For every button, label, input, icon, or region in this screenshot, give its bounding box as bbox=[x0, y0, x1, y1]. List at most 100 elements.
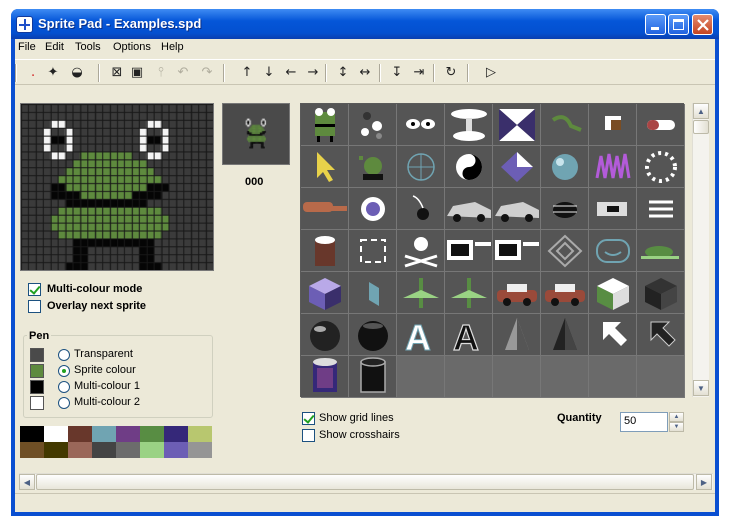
palette-swatch[interactable] bbox=[188, 426, 212, 442]
close-button[interactable] bbox=[692, 14, 713, 35]
sprite-cell-hourglass[interactable] bbox=[493, 104, 541, 146]
sprite-cell-ufo[interactable] bbox=[445, 104, 493, 146]
sprite-cell-ball[interactable] bbox=[301, 314, 349, 356]
pen-radio-3[interactable] bbox=[58, 397, 70, 409]
quantity-up-button[interactable]: ▲ bbox=[669, 412, 684, 422]
shift-right-icon[interactable]: → bbox=[303, 63, 323, 83]
sprite-cell-gem[interactable] bbox=[349, 188, 397, 230]
palette-swatch[interactable] bbox=[116, 426, 140, 442]
flip-vertical-icon[interactable]: ↕ bbox=[333, 63, 353, 83]
sprite-cell-hand[interactable] bbox=[301, 188, 349, 230]
sprite-cell-target[interactable] bbox=[541, 230, 589, 272]
select-icon[interactable]: ▣ bbox=[127, 63, 147, 83]
pen-radio-2[interactable] bbox=[58, 381, 70, 393]
rotate-icon[interactable]: ↻ bbox=[441, 63, 461, 83]
horizontal-scroll-thumb[interactable] bbox=[36, 474, 694, 490]
sprite-cell-skull[interactable] bbox=[397, 230, 445, 272]
menu-help[interactable]: Help bbox=[161, 41, 184, 53]
grid-lines-checkbox[interactable] bbox=[302, 412, 315, 425]
sprite-cell-spikes[interactable] bbox=[589, 146, 637, 188]
vertical-scrollbar[interactable]: ▲ ▼ bbox=[692, 103, 709, 397]
sprite-cell-empty[interactable] bbox=[637, 356, 685, 398]
title-bar[interactable]: Sprite Pad - Examples.spd bbox=[11, 9, 719, 39]
palette-swatch[interactable] bbox=[44, 442, 68, 458]
sprite-cell-capsule[interactable] bbox=[637, 104, 685, 146]
stretch-horizontal-icon[interactable]: ⇥ bbox=[409, 63, 429, 83]
sprite-cell-computer[interactable] bbox=[493, 230, 541, 272]
sprite-cell-car[interactable] bbox=[445, 188, 493, 230]
quantity-input[interactable]: 50 bbox=[620, 412, 668, 432]
sprite-cell-lines[interactable] bbox=[637, 188, 685, 230]
sprite-cell-cube-blue[interactable] bbox=[301, 272, 349, 314]
vertical-scroll-thumb[interactable] bbox=[693, 120, 709, 134]
multicolour-checkbox[interactable] bbox=[28, 283, 41, 296]
sprite-cell-cube-green[interactable] bbox=[589, 272, 637, 314]
overlay-checkbox[interactable] bbox=[28, 300, 41, 313]
palette-swatch[interactable] bbox=[164, 426, 188, 442]
sprite-cell-molecule[interactable] bbox=[349, 104, 397, 146]
sprite-cell-car-red[interactable] bbox=[541, 272, 589, 314]
sprite-cell-ring[interactable] bbox=[637, 146, 685, 188]
sprite-cell-turtle[interactable] bbox=[637, 230, 685, 272]
scroll-right-button[interactable]: ▶ bbox=[696, 474, 712, 490]
sprite-cell-car-red[interactable] bbox=[493, 272, 541, 314]
scroll-up-button[interactable]: ▲ bbox=[693, 103, 709, 119]
sprite-cell-computer[interactable] bbox=[445, 230, 493, 272]
redo-icon[interactable]: ↷ bbox=[197, 63, 217, 83]
shift-down-icon[interactable]: ↓ bbox=[259, 63, 279, 83]
sprite-cell-empty[interactable] bbox=[445, 356, 493, 398]
palette-swatch[interactable] bbox=[140, 426, 164, 442]
sprite-cell-face[interactable] bbox=[589, 230, 637, 272]
menu-tools[interactable]: Tools bbox=[75, 41, 101, 53]
sprite-cell-crosshair[interactable] bbox=[397, 146, 445, 188]
sprite-cell-diamond[interactable] bbox=[493, 146, 541, 188]
sprite-cell-plane[interactable] bbox=[397, 272, 445, 314]
pen-swatch-3[interactable] bbox=[30, 396, 44, 410]
pen-radio-0[interactable] bbox=[58, 349, 70, 361]
pen-swatch-1[interactable] bbox=[30, 364, 44, 378]
sprite-cell-empty[interactable] bbox=[493, 356, 541, 398]
pencil-icon[interactable]: ․ bbox=[23, 63, 43, 83]
sprite-cell-cursor[interactable] bbox=[589, 314, 637, 356]
sprite-cell-cube-dark[interactable] bbox=[637, 272, 685, 314]
maximize-button[interactable] bbox=[668, 14, 689, 35]
stretch-vertical-icon[interactable]: ↧ bbox=[387, 63, 407, 83]
menu-options[interactable]: Options bbox=[113, 41, 151, 53]
scroll-down-button[interactable]: ▼ bbox=[693, 380, 709, 396]
sprite-cell-cylinder-dark[interactable] bbox=[349, 356, 397, 398]
multi-pencil-icon[interactable]: ✦ bbox=[43, 63, 63, 83]
sprite-cell-letter-a[interactable]: A bbox=[397, 314, 445, 356]
palette-swatch[interactable] bbox=[20, 426, 44, 442]
sprite-cell-bomb[interactable] bbox=[397, 188, 445, 230]
crosshairs-checkbox[interactable] bbox=[302, 429, 315, 442]
sprite-cell-arrow[interactable] bbox=[301, 146, 349, 188]
sprite-cell-leaf[interactable] bbox=[541, 104, 589, 146]
flip-horizontal-icon[interactable]: ↔ bbox=[355, 63, 375, 83]
sprite-cell-cylinder-purple[interactable] bbox=[301, 356, 349, 398]
sprite-cell-sphere[interactable] bbox=[541, 146, 589, 188]
sprite-cell-brackets[interactable] bbox=[349, 230, 397, 272]
stamp-icon[interactable]: ⫯ bbox=[151, 63, 171, 83]
scroll-left-button[interactable]: ◀ bbox=[19, 474, 35, 490]
palette-swatch[interactable] bbox=[92, 426, 116, 442]
clear-icon[interactable]: ⊠ bbox=[107, 63, 127, 83]
sprite-cell-bug[interactable] bbox=[541, 188, 589, 230]
sprite-cell-bolt[interactable] bbox=[589, 188, 637, 230]
sprite-cell-flag[interactable] bbox=[349, 272, 397, 314]
sprite-cell-empty[interactable] bbox=[541, 356, 589, 398]
sprite-cell-empty[interactable] bbox=[397, 356, 445, 398]
sprite-cell-plane[interactable] bbox=[445, 272, 493, 314]
sprite-cell-box[interactable] bbox=[589, 104, 637, 146]
palette-swatch[interactable] bbox=[188, 442, 212, 458]
pen-swatch-2[interactable] bbox=[30, 380, 44, 394]
undo-icon[interactable]: ↶ bbox=[173, 63, 193, 83]
palette-swatch[interactable] bbox=[92, 442, 116, 458]
sprite-cell-empty[interactable] bbox=[589, 356, 637, 398]
horizontal-scrollbar[interactable]: ◀ ▶ bbox=[19, 473, 713, 490]
sprite-cell-frog[interactable] bbox=[301, 104, 349, 146]
palette-swatch[interactable] bbox=[20, 442, 44, 458]
quantity-down-button[interactable]: ▼ bbox=[669, 422, 684, 432]
minimize-button[interactable] bbox=[645, 14, 666, 35]
pen-radio-1[interactable] bbox=[58, 365, 70, 377]
sprite-cell-cursor-dark[interactable] bbox=[637, 314, 685, 356]
